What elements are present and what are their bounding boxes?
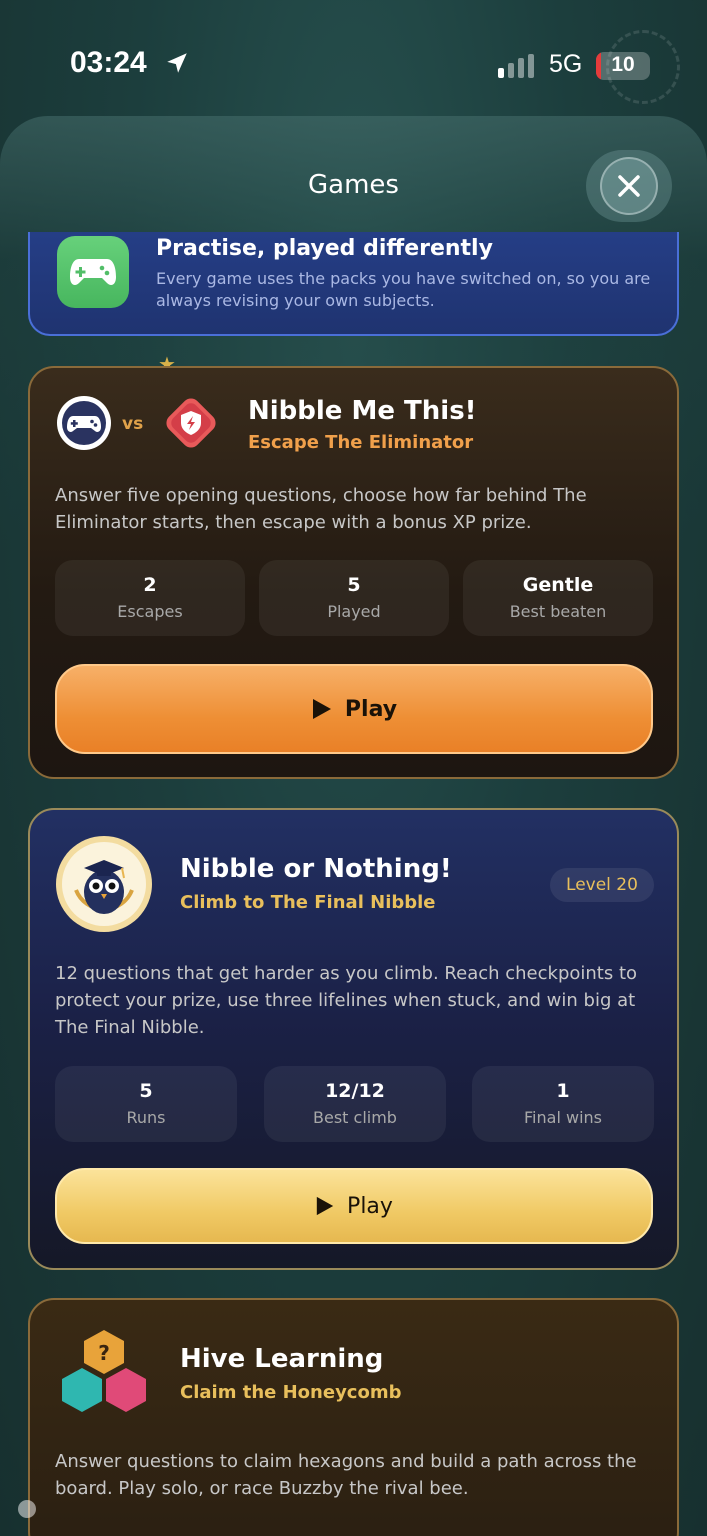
game-title: Nibble or Nothing! <box>180 854 452 884</box>
intro-heading: Practise, played differently <box>156 236 493 261</box>
play-label: Play <box>347 1193 393 1219</box>
game-subtitle: Climb to The Final Nibble <box>180 892 436 913</box>
location-arrow-icon <box>167 53 187 73</box>
owl-graduate-icon <box>56 836 152 932</box>
game-description: Answer questions to claim hexagons and b… <box>55 1451 637 1499</box>
stat-best-beaten: Gentle Best beaten <box>463 560 653 636</box>
play-button[interactable]: Play <box>55 1168 653 1244</box>
game-card-nibble-me-this[interactable]: vs Nibble Me This! Escape The Eliminator… <box>28 366 679 779</box>
play-icon <box>312 699 331 719</box>
stat-escapes: 2 Escapes <box>55 560 245 636</box>
stat-value: 1 <box>556 1080 570 1102</box>
stat-label: Best climb <box>313 1108 397 1127</box>
game-title: Hive Learning <box>180 1344 384 1374</box>
play-label: Play <box>344 696 398 722</box>
battery-icon: 10 <box>596 52 650 80</box>
stat-label: Final wins <box>524 1108 602 1127</box>
vs-label: vs <box>122 414 144 434</box>
stat-value: 5 <box>139 1080 153 1102</box>
stat-value: 5 <box>347 574 361 596</box>
eliminator-shield-icon <box>166 398 216 448</box>
game-subtitle: Escape The Eliminator <box>248 432 474 453</box>
stat-label: Played <box>327 602 381 621</box>
stat-label: Escapes <box>117 602 183 621</box>
hex-question-mark: ? <box>98 1341 110 1365</box>
stat-runs: 5 Runs <box>55 1066 237 1142</box>
stat-value: 12/12 <box>325 1080 385 1102</box>
intro-body: Every game uses the packs you have switc… <box>156 269 651 310</box>
honeycomb-icon: ? <box>62 1330 146 1412</box>
status-bar: 03:24 5G 10 <box>0 0 707 120</box>
play-button[interactable]: Play <box>55 664 653 754</box>
clock: 03:24 <box>70 46 147 79</box>
stat-label: Runs <box>126 1108 166 1127</box>
game-description: 12 questions that get harder as you clim… <box>55 963 638 1038</box>
cellular-signal-icon <box>498 54 534 78</box>
chat-bubble-icon <box>18 1500 36 1518</box>
close-icon <box>600 157 658 215</box>
gamepad-icon <box>57 236 129 308</box>
stat-final-wins: 1 Final wins <box>472 1066 654 1142</box>
stat-value: 2 <box>143 574 157 596</box>
close-button[interactable] <box>586 150 672 222</box>
stat-best-climb: 12/12 Best climb <box>264 1066 446 1142</box>
stat-label: Best beaten <box>509 602 607 621</box>
level-badge: Level 20 <box>550 868 654 902</box>
play-icon <box>316 1196 334 1216</box>
network-type: 5G <box>549 50 583 78</box>
stat-played: 5 Played <box>259 560 449 636</box>
game-title: Nibble Me This! <box>248 396 477 426</box>
battery-percent: 10 <box>611 53 635 76</box>
game-description: Answer five opening questions, choose ho… <box>55 485 587 533</box>
game-card-hive-learning[interactable]: ? Hive Learning Claim the Honeycomb Answ… <box>28 1298 679 1536</box>
stat-value: Gentle <box>522 574 594 596</box>
player-gamepad-icon <box>57 396 111 450</box>
game-subtitle: Claim the Honeycomb <box>180 1382 402 1403</box>
game-card-nibble-or-nothing[interactable]: Nibble or Nothing! Climb to The Final Ni… <box>28 808 679 1270</box>
intro-card: Practise, played differently Every game … <box>28 232 679 336</box>
